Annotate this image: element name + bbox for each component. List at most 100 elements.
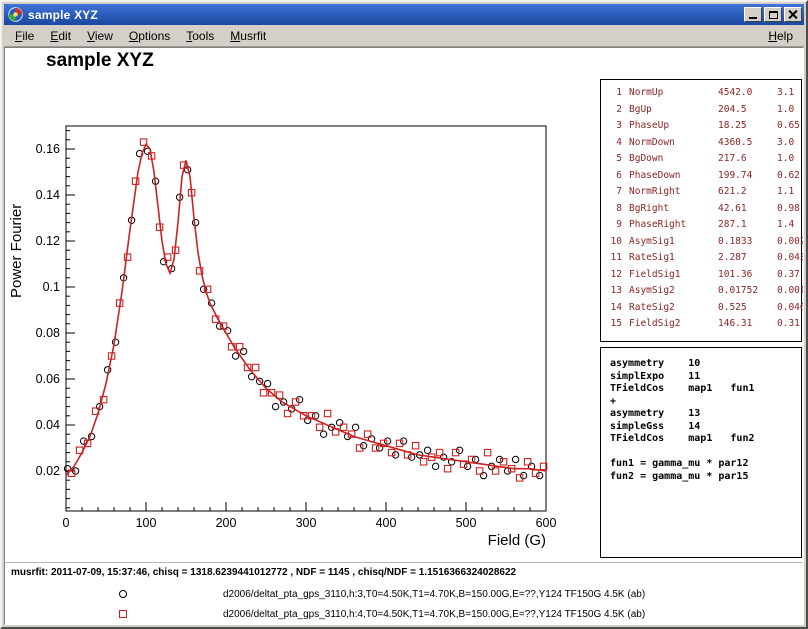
y-tick-label: 0.16 (36, 142, 60, 156)
maximize-button[interactable] (764, 7, 782, 22)
param-index: 5 (607, 151, 622, 168)
fit-curve (66, 144, 546, 475)
plot-svg[interactable]: 01002003004005006000.020.040.060.080.10.… (5, 48, 605, 593)
y-tick-label: 0.14 (36, 188, 60, 202)
param-name: PhaseDown (629, 168, 711, 185)
y-tick-label: 0.04 (36, 418, 60, 432)
y-axis-label: Power Fourier (8, 204, 25, 298)
param-value: 4360.5 (718, 135, 770, 152)
param-error: 3.0 (777, 135, 799, 152)
param-index: 1 (607, 85, 622, 102)
data-point-square (324, 410, 330, 416)
menu-item-file[interactable]: File (7, 27, 42, 45)
y-tick-label: 0.02 (36, 464, 60, 478)
param-row: 11RateSig12.2870.043 (607, 250, 799, 267)
data-point-circle (472, 456, 478, 462)
param-name: NormRight (629, 184, 711, 201)
param-index: 11 (607, 250, 622, 267)
param-index: 2 (607, 102, 622, 119)
param-name: RateSig1 (629, 250, 711, 267)
window-controls (744, 7, 802, 22)
data-point-square (252, 364, 258, 370)
data-point-circle (392, 452, 398, 458)
param-row: 14RateSig20.5250.046 (607, 300, 799, 317)
param-error: 0.65 (777, 118, 800, 135)
data-point-circle (376, 445, 382, 451)
param-name: RateSig2 (629, 300, 711, 317)
canvas-area: sample XYZ 01002003004005006000.020.040.… (4, 47, 804, 625)
legend-row: d2006/deltat_pta_gps_3110,h:3,T0=4.50K,T… (5, 584, 803, 604)
maximize-icon (769, 11, 778, 19)
param-error: 0.046 (777, 300, 804, 317)
param-value: 621.2 (718, 184, 770, 201)
data-point-circle (336, 419, 342, 425)
param-error: 1.0 (777, 102, 799, 119)
y-tick-label: 0.06 (36, 372, 60, 386)
param-name: NormUp (629, 85, 711, 102)
legend-marker-square-icon (119, 610, 127, 618)
y-tick-label: 0.1 (43, 280, 60, 294)
data-point-square (444, 465, 450, 471)
window-title: sample XYZ (28, 8, 739, 22)
y-tick-label: 0.12 (36, 234, 60, 248)
close-button[interactable] (784, 7, 802, 22)
data-point-circle (352, 424, 358, 430)
param-error: 0.31 (777, 316, 800, 333)
param-value: 217.6 (718, 151, 770, 168)
param-name: BgRight (629, 201, 711, 218)
param-error: 0.98 (777, 201, 800, 218)
menu-item-options[interactable]: Options (121, 27, 178, 45)
status-line: musrfit: 2011-07-09, 15:37:46, chisq = 1… (11, 567, 516, 578)
param-row: 1NormUp4542.03.1 (607, 85, 799, 102)
param-error: 0.62 (777, 168, 800, 185)
param-index: 14 (607, 300, 622, 317)
data-point-square (132, 178, 138, 184)
menu-item-view[interactable]: View (79, 27, 121, 45)
data-point-circle (456, 447, 462, 453)
param-index: 10 (607, 234, 622, 251)
data-point-circle (264, 380, 270, 386)
data-point-square (412, 442, 418, 448)
param-name: BgDown (629, 151, 711, 168)
param-row: 13AsymSig20.017520.00101 (607, 283, 799, 300)
data-point-circle (512, 456, 518, 462)
series-circle (64, 148, 542, 479)
data-point-circle (424, 447, 430, 453)
param-error: 0.00101 (777, 283, 804, 300)
param-name: FieldSig2 (629, 316, 711, 333)
param-error: 1.0 (777, 151, 799, 168)
minimize-button[interactable] (744, 7, 762, 22)
title-bar[interactable]: sample XYZ (4, 4, 804, 25)
menu-bar-right: Help (760, 27, 801, 45)
menu-item-help[interactable]: Help (760, 27, 801, 45)
legend-label: d2006/deltat_pta_gps_3110,h:4,T0=4.50K,T… (223, 609, 645, 620)
menu-item-tools[interactable]: Tools (178, 27, 222, 45)
data-point-circle (384, 438, 390, 444)
param-row: 12FieldSig1101.360.37 (607, 267, 799, 284)
param-value: 0.01752 (718, 283, 770, 300)
data-point-circle (520, 472, 526, 478)
param-index: 12 (607, 267, 622, 284)
menu-item-musrfit[interactable]: Musrfit (222, 27, 274, 45)
minimize-icon (749, 17, 757, 19)
data-point-circle (496, 456, 502, 462)
param-error: 0.043 (777, 250, 804, 267)
param-index: 3 (607, 118, 622, 135)
data-point-circle (536, 472, 542, 478)
param-name: PhaseRight (629, 217, 711, 234)
parameters-box: 1NormUp4542.03.12BgUp204.51.03PhaseUp18.… (600, 79, 802, 342)
param-value: 204.5 (718, 102, 770, 119)
param-row: 7NormRight621.21.1 (607, 184, 799, 201)
x-tick-label: 0 (63, 516, 70, 530)
param-value: 18.25 (718, 118, 770, 135)
data-point-circle (192, 219, 198, 225)
plot-frame (66, 126, 546, 511)
x-tick-label: 500 (456, 516, 477, 530)
data-point-square (316, 424, 322, 430)
data-point-circle (408, 454, 414, 460)
param-row: 2BgUp204.51.0 (607, 102, 799, 119)
x-axis-label: Field (G) (488, 532, 546, 549)
menu-item-edit[interactable]: Edit (42, 27, 79, 45)
param-index: 15 (607, 316, 622, 333)
menu-bar: FileEditViewOptionsToolsMusrfit Help (4, 25, 804, 47)
